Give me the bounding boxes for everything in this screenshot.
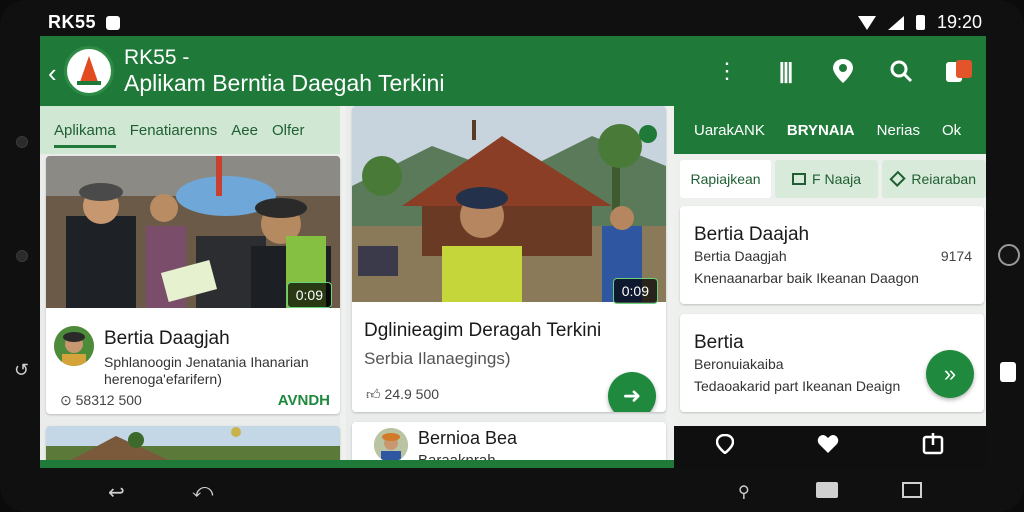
chip-label: F Naaja xyxy=(812,171,862,187)
signal-icon xyxy=(887,15,904,30)
battery-icon xyxy=(915,15,925,30)
tab-ok[interactable]: Ok xyxy=(942,122,961,139)
featured-title: Dglinieagim Deragah Terkini xyxy=(364,320,602,341)
video-duration-badge: 0:09 xyxy=(612,278,658,304)
avatar xyxy=(374,428,408,462)
cart-icon[interactable] xyxy=(942,56,976,86)
article-title: Bertia xyxy=(694,332,744,353)
filter-chips: Rapiajkean F Naaja Reiaraban xyxy=(680,160,986,198)
bottom-accent-line xyxy=(40,460,674,468)
tab-aee[interactable]: Aee xyxy=(231,122,258,139)
location-icon[interactable] xyxy=(826,56,860,86)
card-sub-2: herenoga'efarifern) xyxy=(104,371,222,387)
tab-olfer[interactable]: Olfer xyxy=(272,122,305,139)
article-title: Bertia Daajah xyxy=(694,224,810,245)
featured-sub: Serbia Ilanaegings) xyxy=(364,349,511,368)
article-desc: Tedaoakarid part Ikeanan Deaign xyxy=(694,378,901,394)
device-frame: ↺ RK55 19:20 ‹ RK55 - Aplikam Berntia Da… xyxy=(0,0,1024,512)
featured-card[interactable]: 0:09 Dglinieagim Deragah Terkini Serbia … xyxy=(352,106,666,412)
back-nav-icon[interactable]: ↩ xyxy=(108,480,125,505)
tab-nerias[interactable]: Nerias xyxy=(877,122,920,139)
app-logo xyxy=(64,46,114,96)
heart-nav-icon[interactable] xyxy=(817,434,839,460)
next-arrow-button[interactable]: ➜ xyxy=(608,372,656,412)
status-carrier: RK55 xyxy=(48,12,120,33)
article-count: 9174 xyxy=(940,248,972,264)
app-title-prefix: RK55 - xyxy=(124,46,190,69)
card-sub-1: Sphlanoogin Jenatania Ihanarian xyxy=(104,354,309,370)
article-card-2[interactable]: Bertia Beronuiakaiba Tedaoakarid part Ik… xyxy=(680,314,984,412)
carrier-label: RK55 xyxy=(48,12,97,32)
like-count: 👍︎ 24.9 500 xyxy=(366,386,440,402)
article-card[interactable]: Bertia Daajah Bertia Daagjah 9174 Knenaa… xyxy=(680,206,984,304)
undo-nav-icon[interactable]: ⤺ xyxy=(192,480,213,503)
sensor-dot xyxy=(16,250,28,262)
app-screen: ‹ RK55 - Aplikam Berntia Daegah Terkini … xyxy=(40,36,986,468)
recents-nav-icon[interactable] xyxy=(902,482,922,498)
search-nav-icon[interactable]: ⚲ xyxy=(738,482,750,502)
forward-button[interactable]: » xyxy=(926,350,974,398)
view-count: ⊙ 58312 500 xyxy=(60,392,142,408)
location-nav-icon[interactable] xyxy=(715,433,734,460)
home-button[interactable] xyxy=(998,244,1020,266)
image-icon xyxy=(792,173,807,185)
side-square-icon[interactable] xyxy=(1000,362,1016,382)
rotate-icon[interactable]: ↺ xyxy=(14,360,29,381)
left-panel: Aplikama Fenatiarenns Aee Olfer 0:09 Ber… xyxy=(40,106,340,468)
right-panel: UarakANK BRYNAIA Nerias Ok Rapiajkean F … xyxy=(674,106,986,468)
home-nav-icon[interactable] xyxy=(816,482,838,498)
system-nav: ↩ ⤺ ⚲ xyxy=(40,472,986,512)
tag-icon xyxy=(889,170,906,188)
card-title: Bertia Daagjah xyxy=(104,328,230,349)
camera-dot xyxy=(16,136,28,148)
card-title: Bernioa Bea xyxy=(418,428,518,448)
search-icon[interactable] xyxy=(884,56,918,86)
app-title: Aplikam Berntia Daegah Terkini xyxy=(124,70,445,96)
bottom-nav xyxy=(674,426,986,468)
featured-photo xyxy=(352,106,666,302)
article-sub: Beronuiakaiba xyxy=(694,356,784,372)
article-sub: Bertia Daagjah xyxy=(694,248,787,264)
sim-icon xyxy=(105,16,120,30)
boat-logo-icon xyxy=(77,56,101,85)
left-tabs: Aplikama Fenatiarenns Aee Olfer xyxy=(40,106,340,154)
tab-aplikama[interactable]: Aplikama xyxy=(54,122,116,148)
library-icon[interactable]: ||| xyxy=(768,56,802,86)
article-desc: Knenaanarbar baik Ikeanan Daagon xyxy=(694,270,919,286)
share-nav-icon[interactable] xyxy=(922,433,944,461)
like-count-value: 24.9 500 xyxy=(384,386,440,402)
status-time: 19:20 xyxy=(936,12,982,32)
wifi-icon xyxy=(857,15,876,30)
chip-label: Rapiajkean xyxy=(690,171,761,187)
chip-reiaraban[interactable]: Reiaraban xyxy=(882,160,986,198)
tab-uarakank[interactable]: UarakANK xyxy=(694,122,765,139)
app-bar: ‹ RK55 - Aplikam Berntia Daegah Terkini … xyxy=(40,36,986,106)
tab-brynaia[interactable]: BRYNAIA xyxy=(787,122,855,139)
right-tabs: UarakANK BRYNAIA Nerias Ok xyxy=(674,106,986,154)
tab-fenatiarenns[interactable]: Fenatiarenns xyxy=(130,122,218,139)
video-duration-badge: 0:09 xyxy=(286,282,332,308)
view-count-value: 58312 500 xyxy=(75,392,142,408)
chip-naaja[interactable]: F Naaja xyxy=(775,160,878,198)
more-icon[interactable]: ⋮ xyxy=(710,56,744,86)
middle-panel: 0:09 Dglinieagim Deragah Terkini Serbia … xyxy=(346,106,666,468)
avatar xyxy=(54,326,94,366)
news-card[interactable]: 0:09 Bertia Daagjah Sphlanoogin Jenatani… xyxy=(46,156,340,414)
status-bar: RK55 19:20 xyxy=(40,8,986,36)
chip-rapiajkean[interactable]: Rapiajkean xyxy=(680,160,772,198)
back-icon[interactable]: ‹ xyxy=(48,58,57,89)
action-link[interactable]: AVNDH xyxy=(278,392,330,409)
chip-label: Reiaraban xyxy=(911,171,976,187)
